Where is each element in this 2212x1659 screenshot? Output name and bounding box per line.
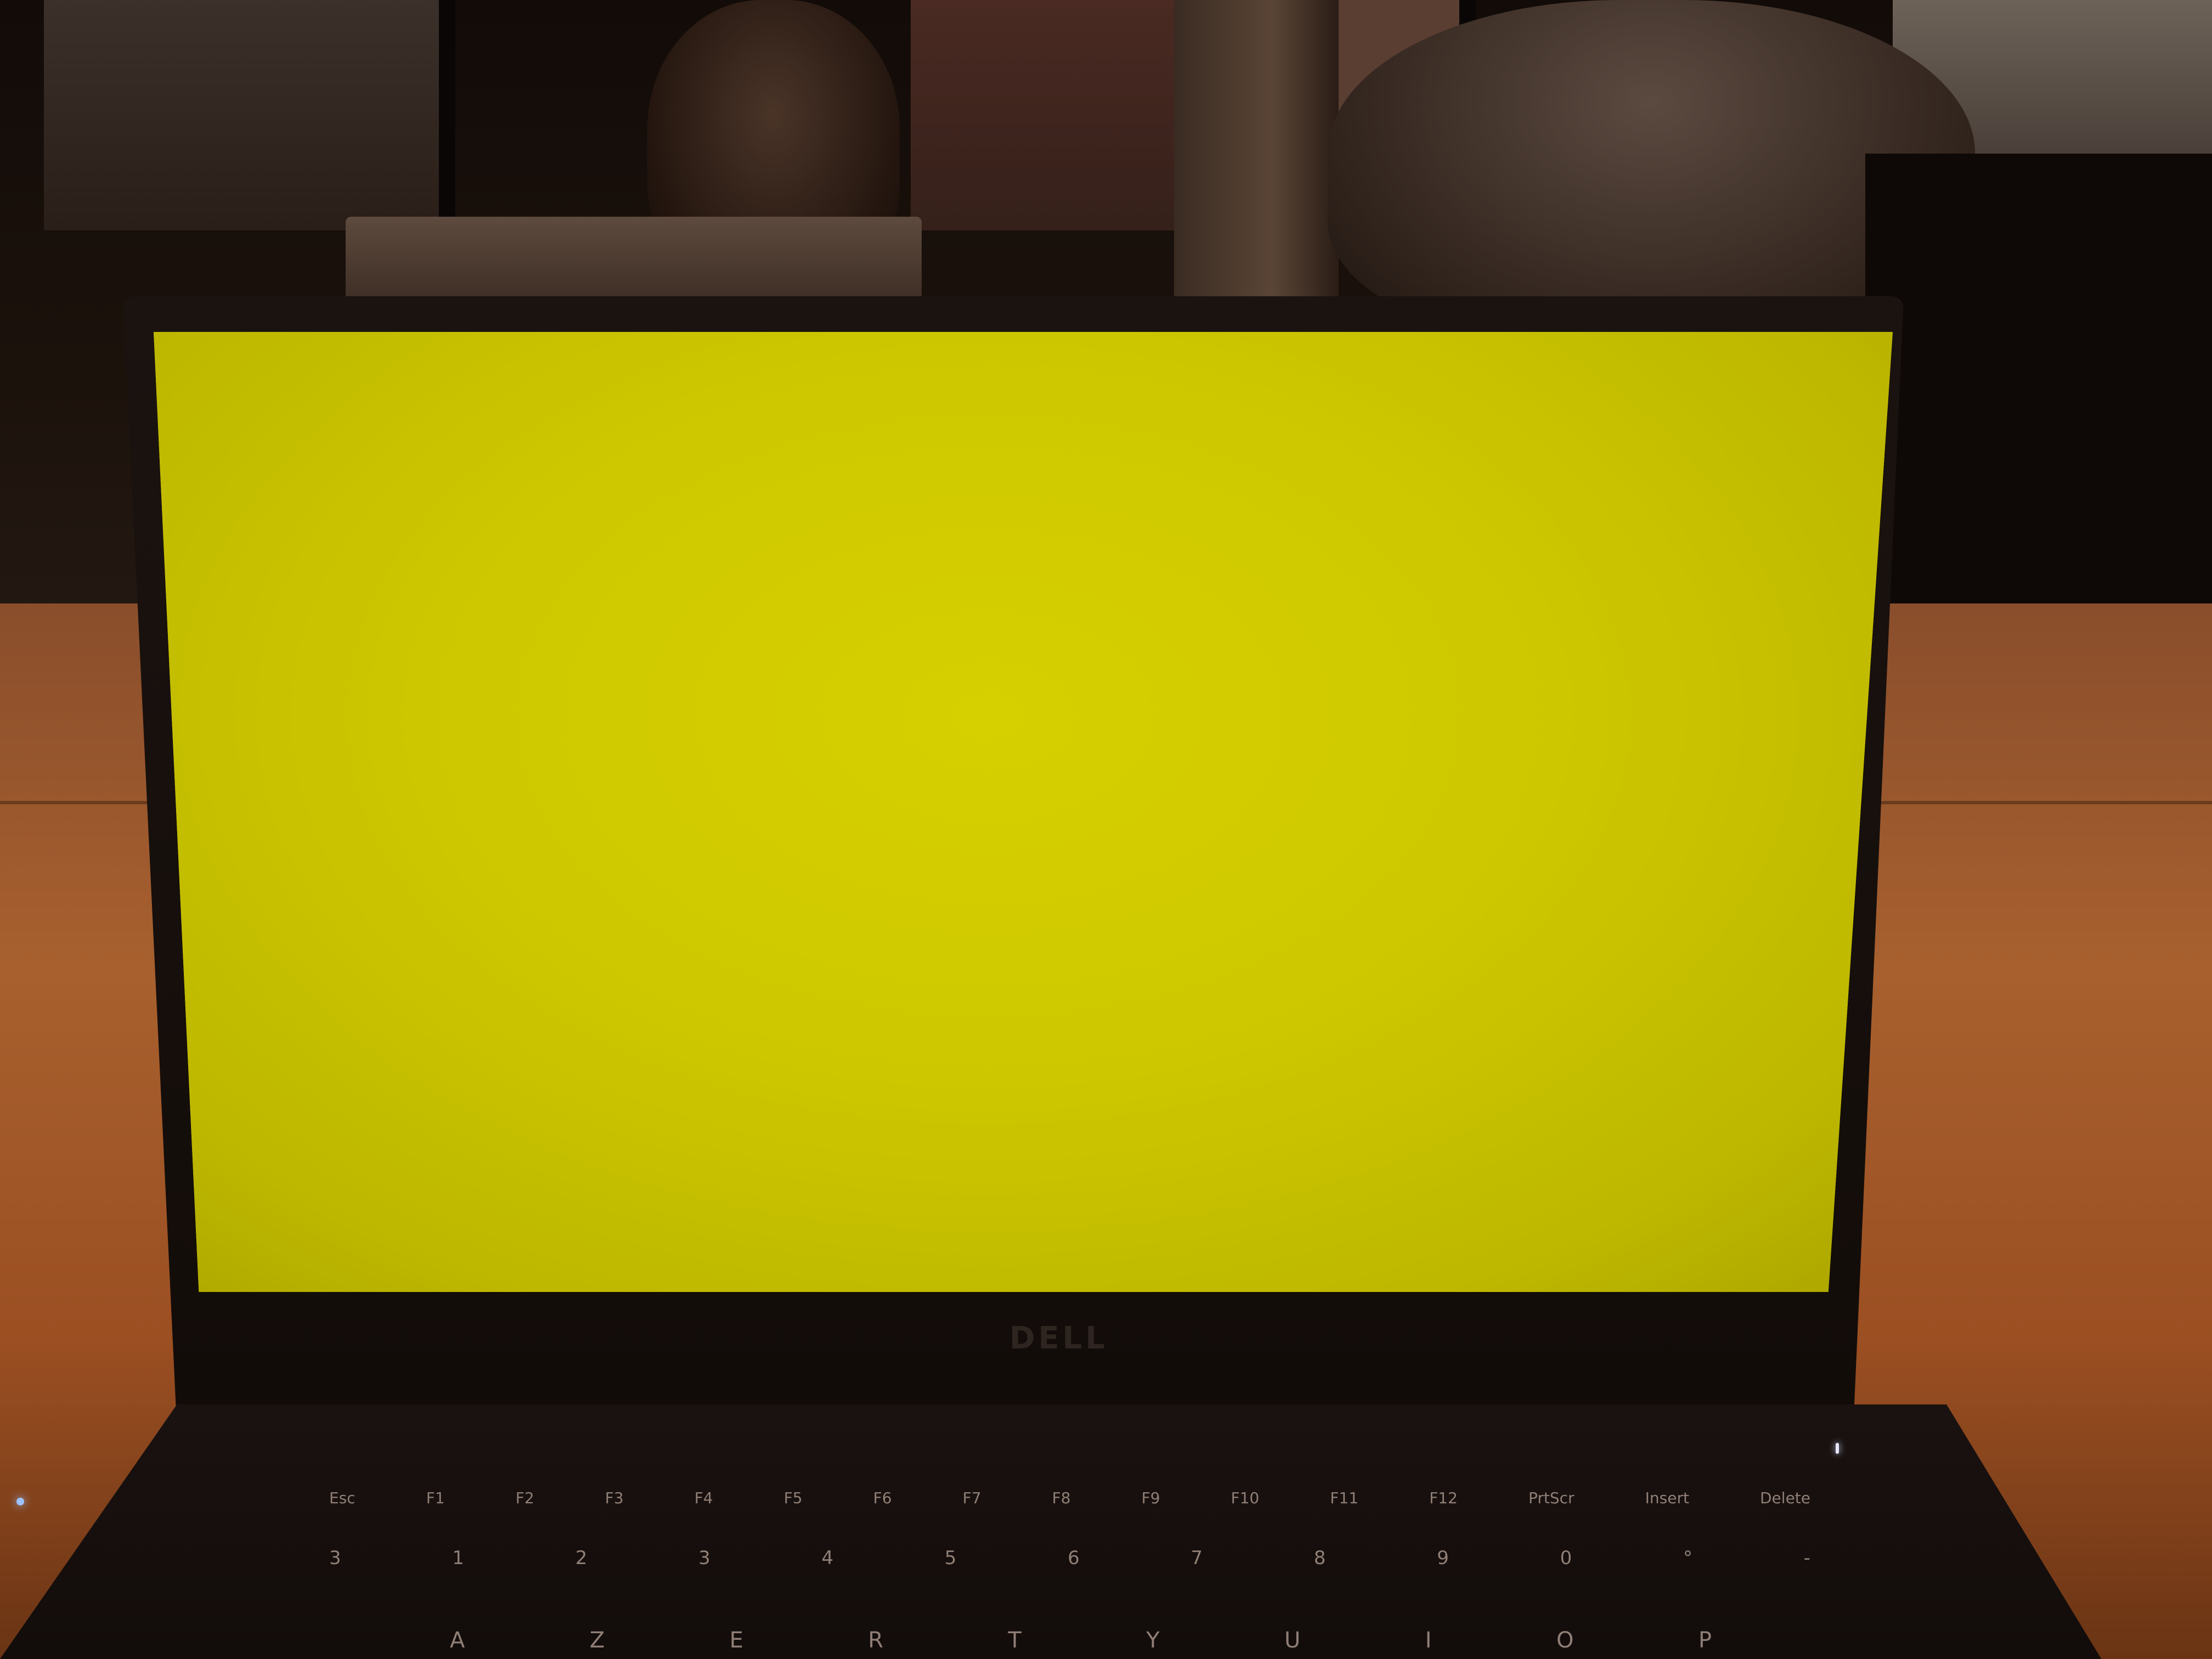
keyboard-key[interactable]: F8 (1052, 1489, 1071, 1507)
keyboard-key[interactable]: 3 (698, 1547, 710, 1569)
keyboard-key[interactable]: ° (1683, 1547, 1692, 1569)
keyboard-key[interactable]: R (868, 1628, 883, 1653)
keyboard-key[interactable]: F1 (426, 1489, 445, 1507)
keyboard-key[interactable]: I (1425, 1628, 1432, 1653)
laptop-keyboard-base (0, 1404, 2102, 1659)
keyboard-key[interactable]: 3 (329, 1547, 341, 1569)
keyboard-key[interactable]: F3 (605, 1489, 624, 1507)
keyboard-key[interactable]: 4 (821, 1547, 833, 1569)
keyboard-key[interactable]: 7 (1191, 1547, 1203, 1569)
keyboard-key[interactable]: 9 (1437, 1547, 1449, 1569)
keyboard-key[interactable]: PrtScr (1528, 1489, 1575, 1507)
background-window (44, 0, 455, 230)
background-window (911, 0, 1190, 230)
letter-key-row: AZERTYUIOP (450, 1624, 1712, 1657)
keyboard-key[interactable]: Esc (329, 1489, 356, 1507)
keyboard-key[interactable]: T (1008, 1628, 1021, 1653)
keyboard-key[interactable]: A (450, 1628, 465, 1653)
background-monitor (1865, 154, 2212, 603)
keyboard-key[interactable]: U (1284, 1628, 1300, 1653)
keyboard-key[interactable]: F7 (963, 1489, 981, 1507)
keyboard-key[interactable]: F6 (873, 1489, 892, 1507)
keyboard-key[interactable]: F2 (516, 1489, 534, 1507)
keyboard-key[interactable]: F9 (1142, 1489, 1160, 1507)
function-key-row: Esc F1 F2 F3 F4 F5 F6 F7 F8 F9 F10 F11 F12 PrtScr Inse… (329, 1481, 1810, 1514)
keyboard-key[interactable]: O (1556, 1628, 1573, 1653)
number-key-row: 3 1 2 3 4 5 6 7 8 9 0 ° - (329, 1542, 1810, 1575)
keyboard-key[interactable]: E (730, 1628, 743, 1653)
keyboard-key[interactable]: P (1699, 1628, 1712, 1653)
keyboard-key[interactable]: 0 (1560, 1547, 1572, 1569)
keyboard-key[interactable]: F5 (784, 1489, 803, 1507)
keyboard-key[interactable]: Delete (1760, 1489, 1810, 1507)
keyboard-key[interactable]: F12 (1429, 1489, 1458, 1507)
keyboard-key[interactable]: - (1804, 1547, 1810, 1569)
keyboard-key[interactable]: 6 (1068, 1547, 1080, 1569)
keyboard-key[interactable]: Insert (1645, 1489, 1689, 1507)
keyboard-key[interactable]: 8 (1314, 1547, 1326, 1569)
keyboard-key[interactable]: 2 (575, 1547, 588, 1569)
photo-scene: DELL Esc F1 F2 F3 F4 F5 F6 F7 F8 F9 F10 F11 F12 PrtSc… (0, 0, 2212, 1659)
keyboard-key[interactable]: 1 (452, 1547, 464, 1569)
keyboard-key[interactable]: F4 (695, 1489, 713, 1507)
background-laptop (346, 217, 922, 304)
keyboard-key[interactable]: Y (1146, 1628, 1159, 1653)
background-pillar (1174, 0, 1339, 307)
power-led (1836, 1443, 1839, 1454)
keyboard-key[interactable]: Z (590, 1628, 605, 1653)
laptop-screen (154, 332, 1893, 1292)
keyboard-key[interactable]: F11 (1330, 1489, 1358, 1507)
brand-logo: DELL (1009, 1321, 1109, 1356)
keyboard-key[interactable]: 5 (945, 1547, 957, 1569)
charger-led (16, 1498, 24, 1505)
keyboard-key[interactable]: F10 (1231, 1489, 1260, 1507)
